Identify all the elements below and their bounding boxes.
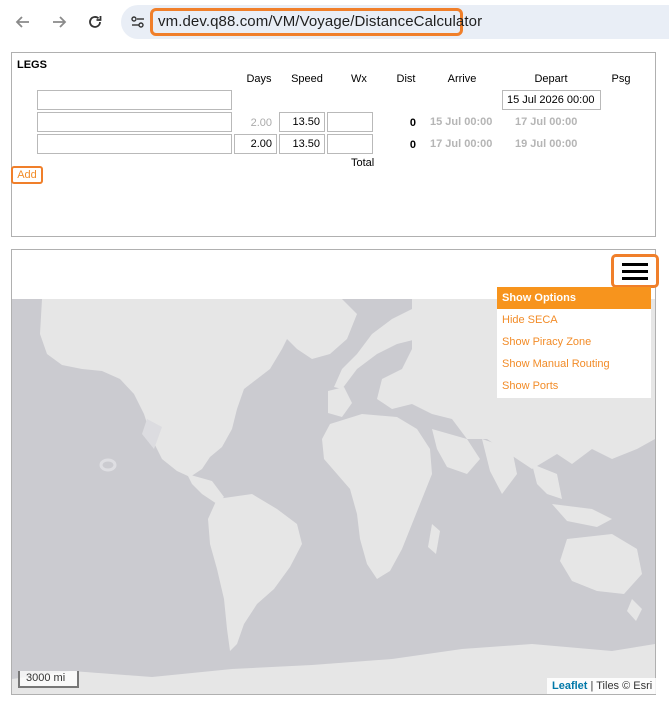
map-options-menu: Show Options Hide SECA Show Piracy Zone …: [497, 287, 651, 398]
speed-input-leg-2[interactable]: [279, 134, 325, 154]
days-value-leg-1: 2.00: [250, 117, 272, 129]
wx-input-leg-2[interactable]: [327, 134, 373, 154]
hamburger-icon: [622, 262, 648, 266]
menu-item-show-manual-routing[interactable]: Show Manual Routing: [497, 353, 651, 375]
hamburger-icon: [622, 269, 648, 273]
url-text[interactable]: vm.dev.q88.com/VM/Voyage/DistanceCalcula…: [158, 13, 482, 30]
column-header-days: Days: [246, 73, 272, 85]
map-menu-button[interactable]: [611, 254, 659, 288]
menu-item-show-options[interactable]: Show Options: [497, 287, 651, 309]
column-header-speed: Speed: [291, 73, 323, 85]
port-input-leg-1[interactable]: [37, 112, 232, 132]
hamburger-icon: [622, 276, 648, 280]
site-info-icon[interactable]: [128, 12, 148, 32]
dist-value-leg-2: 0: [409, 139, 416, 151]
dist-value-leg-1: 0: [409, 117, 416, 129]
column-header-psg: Psg: [611, 73, 631, 85]
leaflet-link[interactable]: Leaflet: [552, 680, 587, 692]
menu-item-show-piracy-zone[interactable]: Show Piracy Zone: [497, 331, 651, 353]
menu-item-show-ports[interactable]: Show Ports: [497, 375, 651, 397]
depart-datetime-input[interactable]: [502, 90, 601, 110]
column-header-arrive: Arrive: [447, 73, 477, 85]
port-input-leg-2[interactable]: [37, 134, 232, 154]
forward-arrow-icon[interactable]: [47, 10, 71, 34]
legs-title: LEGS: [17, 59, 47, 71]
depart-value-leg-1: 17 Jul 00:00: [515, 116, 578, 128]
browser-toolbar: vm.dev.q88.com/VM/Voyage/DistanceCalcula…: [0, 0, 669, 44]
tiles-attribution-text: | Tiles © Esri: [587, 680, 653, 692]
menu-item-hide-seca[interactable]: Hide SECA: [497, 309, 651, 331]
speed-input-leg-1[interactable]: [279, 112, 325, 132]
total-label: Total: [351, 157, 375, 169]
map-scale-bar: 3000 mi: [18, 671, 79, 688]
back-arrow-icon[interactable]: [11, 10, 35, 34]
column-header-depart: Depart: [534, 73, 568, 85]
column-header-wx: Wx: [351, 73, 367, 85]
port-input-origin[interactable]: [37, 90, 232, 110]
days-input-leg-2[interactable]: [234, 134, 277, 154]
reload-icon[interactable]: [83, 10, 107, 34]
depart-value-leg-2: 19 Jul 00:00: [515, 138, 578, 150]
add-leg-button[interactable]: Add: [11, 166, 43, 184]
arrive-value-leg-2: 17 Jul 00:00: [430, 138, 493, 150]
map-attribution: Leaflet | Tiles © Esri: [547, 678, 658, 694]
wx-input-leg-1[interactable]: [327, 112, 373, 132]
column-header-dist: Dist: [396, 73, 416, 85]
arrive-value-leg-1: 15 Jul 00:00: [430, 116, 493, 128]
